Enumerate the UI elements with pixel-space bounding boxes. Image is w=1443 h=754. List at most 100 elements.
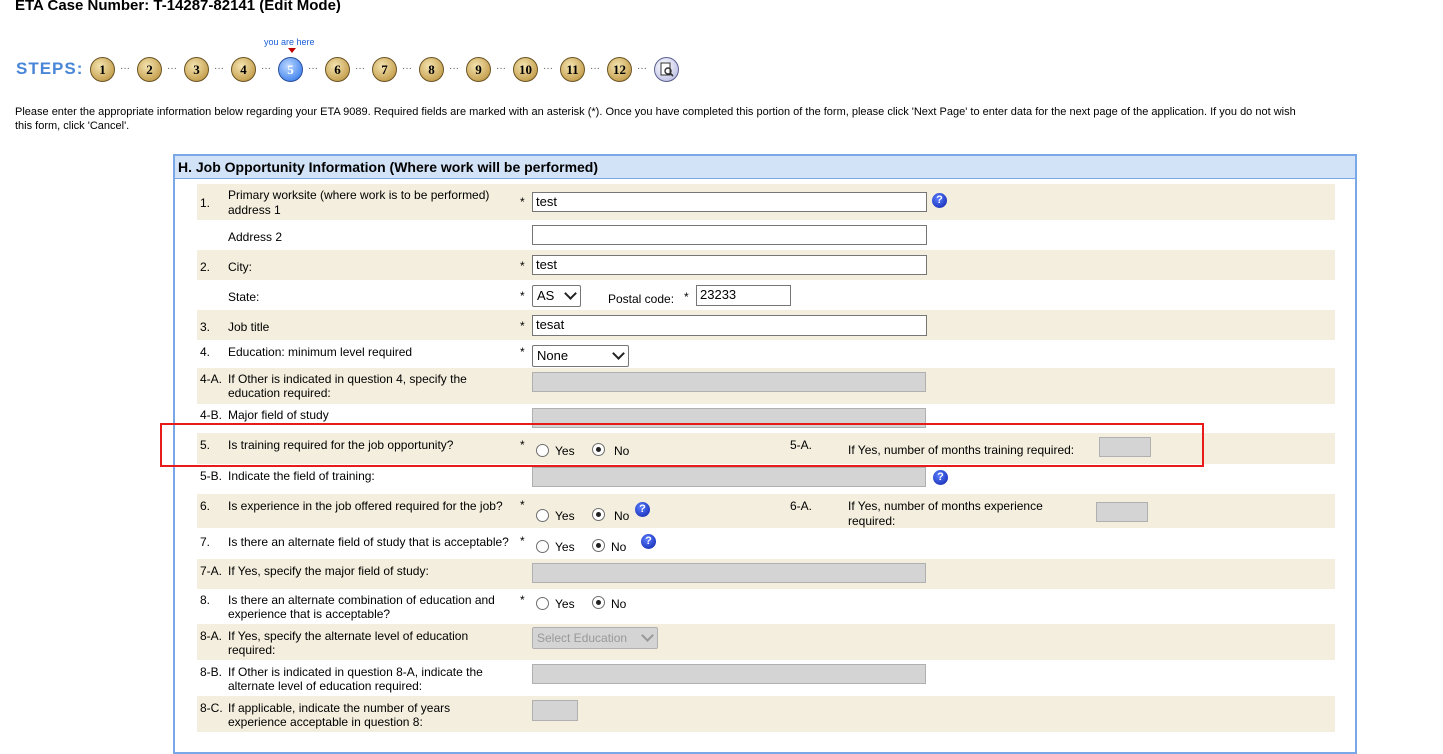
q8c-number: 8-C.	[200, 701, 223, 715]
row-q8a: 8-A. If Yes, specify the alternate level…	[197, 624, 1335, 660]
q4a-label-line2: education required:	[228, 386, 331, 400]
row-q7a: 7-A. If Yes, specify the major field of …	[197, 559, 1335, 589]
other-education-input[interactable]	[532, 372, 926, 392]
step-8-button[interactable]: 8	[419, 57, 444, 82]
major-field-label: Major field of study	[228, 408, 329, 422]
help-icon[interactable]: ?	[641, 534, 656, 549]
job-title-label: Job title	[228, 320, 270, 334]
alternate-major-input[interactable]	[532, 563, 926, 583]
row-q8c: 8-C. If applicable, indicate the number …	[197, 696, 1335, 732]
alternate-field-no-label: No	[611, 540, 627, 554]
job-title-input[interactable]: tesat	[532, 315, 927, 336]
section-title: H. Job Opportunity Information (Where wo…	[175, 156, 1355, 179]
experience-months-label-line1: If Yes, number of months experience	[848, 499, 1043, 513]
step-separator: ···	[261, 63, 271, 74]
step-2-button[interactable]: 2	[137, 57, 162, 82]
q8a-label-line2: required:	[228, 643, 276, 657]
q6-number: 6.	[200, 499, 211, 513]
training-field-input[interactable]	[532, 467, 926, 487]
required-asterisk: *	[520, 289, 525, 303]
step-10-button[interactable]: 10	[513, 57, 538, 82]
row-q5b: 5-B. Indicate the field of training: ?	[197, 464, 1335, 494]
q4a-number: 4-A.	[200, 372, 223, 386]
required-asterisk: *	[520, 195, 525, 209]
experience-yes-radio[interactable]	[536, 509, 549, 522]
q1-number: 1.	[200, 196, 211, 210]
q8c-label-line2: experience acceptable in question 8:	[228, 715, 423, 729]
alternate-education-other-input[interactable]	[532, 664, 926, 684]
step-1-button[interactable]: 1	[90, 57, 115, 82]
q8b-number: 8-B.	[200, 665, 223, 679]
alternate-combo-no-radio[interactable]	[592, 596, 605, 609]
city-label: City:	[228, 260, 252, 274]
q8-label-line1: Is there an alternate combination of edu…	[228, 593, 495, 607]
chevron-down-icon	[612, 347, 625, 360]
step-separator: ···	[496, 63, 506, 74]
alternate-field-yes-radio[interactable]	[536, 540, 549, 553]
row-state: State: * AS Postal code: * 23233	[197, 280, 1335, 310]
step-separator: ···	[402, 63, 412, 74]
q3-number: 3.	[200, 320, 211, 334]
help-icon[interactable]: ?	[635, 502, 650, 517]
q6a-number: 6-A.	[790, 499, 813, 513]
city-input[interactable]: test	[532, 255, 927, 275]
chevron-down-icon	[564, 287, 577, 300]
alternate-field-no-radio[interactable]	[592, 539, 605, 552]
step-5-button-current[interactable]: 5	[278, 57, 303, 82]
help-icon[interactable]: ?	[933, 470, 948, 485]
experience-no-label: No	[614, 509, 630, 523]
step-4-button[interactable]: 4	[231, 57, 256, 82]
experience-required-label: Is experience in the job offered require…	[228, 499, 503, 513]
step-7-button[interactable]: 7	[372, 57, 397, 82]
step-separator: ···	[543, 63, 553, 74]
step-separator: ···	[308, 63, 318, 74]
review-step-button[interactable]	[654, 57, 679, 82]
alternate-combo-yes-radio[interactable]	[536, 597, 549, 610]
worksite-address1-input[interactable]: test	[532, 192, 927, 212]
chevron-down-icon	[641, 629, 654, 642]
state-select[interactable]: AS	[532, 285, 581, 307]
q8-number: 8.	[200, 593, 211, 607]
required-asterisk: *	[684, 290, 689, 304]
q1-label-line1: Primary worksite (where work is to be pe…	[228, 188, 490, 202]
row-q6: 6. Is experience in the job offered requ…	[197, 494, 1335, 528]
step-11-button[interactable]: 11	[560, 57, 585, 82]
education-select[interactable]: None	[532, 345, 629, 367]
magnifier-document-icon	[660, 62, 674, 77]
required-asterisk: *	[520, 498, 525, 512]
q4b-number: 4-B.	[200, 408, 223, 422]
state-label: State:	[228, 290, 260, 304]
required-asterisk: *	[520, 259, 525, 273]
step-3-button[interactable]: 3	[184, 57, 209, 82]
alternate-combo-yes-label: Yes	[555, 597, 575, 611]
q8-label-line2: experience that is acceptable?	[228, 607, 391, 621]
q4-number: 4.	[200, 345, 211, 359]
help-icon[interactable]: ?	[932, 193, 947, 208]
experience-years-input[interactable]	[532, 700, 578, 721]
q8c-label-line1: If applicable, indicate the number of ye…	[228, 701, 451, 715]
instructions-line-2: this form, click 'Cancel'.	[15, 120, 130, 132]
you-are-here-label: you are here	[264, 37, 315, 47]
instructions-text: Please enter the appropriate information…	[15, 105, 1443, 133]
row-q2: 2. City: * test	[197, 250, 1335, 280]
alternate-education-select[interactable]: Select Education	[532, 627, 658, 649]
q5b-number: 5-B.	[200, 469, 223, 483]
step-6-button[interactable]: 6	[325, 57, 350, 82]
row-address2: Address 2	[197, 220, 1335, 250]
alternate-field-label: Is there an alternate field of study tha…	[228, 535, 509, 549]
alternate-major-label: If Yes, specify the major field of study…	[228, 564, 429, 578]
step-12-button[interactable]: 12	[607, 57, 632, 82]
worksite-address2-input[interactable]	[532, 225, 927, 245]
row-q4a: 4-A. If Other is indicated in question 4…	[197, 368, 1335, 404]
postal-code-input[interactable]: 23233	[696, 285, 791, 306]
q1-label-line2: address 1	[228, 203, 281, 217]
q7a-number: 7-A.	[200, 564, 223, 578]
alternate-combo-no-label: No	[611, 597, 627, 611]
row-q7: 7. Is there an alternate field of study …	[197, 528, 1335, 559]
row-q8: 8. Is there an alternate combination of …	[197, 589, 1335, 624]
step-9-button[interactable]: 9	[466, 57, 491, 82]
q8a-number: 8-A.	[200, 629, 223, 643]
experience-months-input[interactable]	[1096, 502, 1148, 522]
address2-label: Address 2	[228, 230, 283, 244]
experience-no-radio[interactable]	[592, 508, 605, 521]
